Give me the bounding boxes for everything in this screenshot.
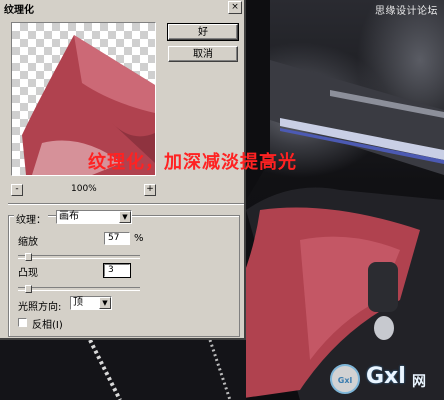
scaling-input[interactable]: 57 <box>104 232 130 245</box>
invert-label: 反相(I) <box>32 320 63 331</box>
site-logo: Gxl Gxl 网 <box>330 362 440 396</box>
ok-button[interactable]: 好 <box>167 23 239 41</box>
scaling-label: 缩放 <box>18 237 38 248</box>
logo-sub: 网 <box>412 374 426 390</box>
lever-knob <box>374 316 394 340</box>
cancel-button[interactable]: 取消 <box>168 46 238 62</box>
chevron-down-icon: ▼ <box>119 211 131 223</box>
titlebar: 纹理化 × <box>0 0 244 16</box>
scaling-slider-thumb[interactable] <box>25 253 32 261</box>
logo-badge: Gxl <box>330 364 360 394</box>
scaling-slider[interactable] <box>18 255 140 259</box>
lever-shape <box>368 262 398 312</box>
relief-slider[interactable] <box>18 287 140 291</box>
relief-input[interactable]: 3 <box>103 263 131 278</box>
logo-text: Gxl <box>366 364 406 389</box>
zoom-in-button[interactable]: + <box>144 184 156 196</box>
chevron-down-icon: ▼ <box>99 297 111 309</box>
relief-label: 凸现 <box>18 268 38 279</box>
texture-label: 纹理： <box>14 211 48 226</box>
light-direction-label: 光照方向: <box>18 302 62 313</box>
zoom-out-button[interactable]: - <box>11 184 23 196</box>
relief-slider-thumb[interactable] <box>25 285 32 293</box>
texture-select[interactable]: 画布 ▼ <box>56 210 132 224</box>
zoom-controls: - 100% + <box>11 184 156 196</box>
watermark-top: 思缘设计论坛 <box>375 6 438 17</box>
divider <box>8 203 244 205</box>
zoom-level: 100% <box>71 184 97 194</box>
light-direction-select[interactable]: 顶 ▼ <box>70 296 112 310</box>
caption-text: 纹理化，加深减淡提高光 <box>88 152 297 173</box>
scaling-unit: % <box>134 233 144 244</box>
close-button[interactable]: × <box>228 1 242 14</box>
invert-checkbox[interactable] <box>18 318 27 327</box>
dialog-title: 纹理化 <box>4 5 34 16</box>
texture-select-value: 画布 <box>59 211 79 222</box>
light-direction-value: 顶 <box>73 297 83 308</box>
bottom-shape <box>0 340 246 400</box>
